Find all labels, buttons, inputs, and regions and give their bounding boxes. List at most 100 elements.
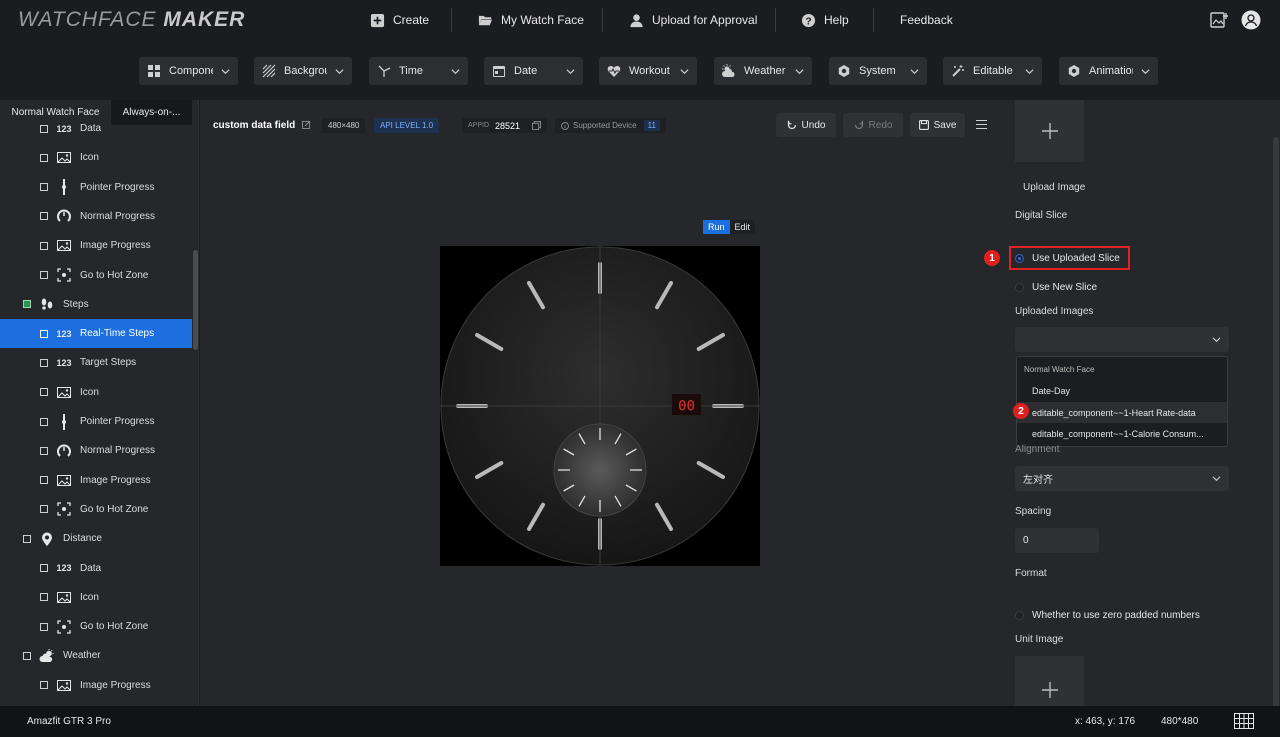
copy-icon[interactable]: [532, 121, 542, 130]
system-menu-button[interactable]: System: [829, 57, 927, 85]
nav-feedback[interactable]: Feedback: [900, 10, 953, 30]
sidebar-item-checkbox[interactable]: [40, 271, 48, 279]
save-button[interactable]: Save: [910, 113, 965, 137]
sidebar-item-weather[interactable]: Weather: [0, 641, 192, 670]
app-logo[interactable]: WATCHFACE MAKER: [18, 8, 245, 32]
sidebar-item-checkbox[interactable]: [40, 417, 48, 426]
sidebar-item-go-to-hot-zone[interactable]: Go to Hot Zone: [0, 612, 192, 641]
sidebar-item-checkbox[interactable]: [40, 505, 48, 514]
sidebar-item-icon[interactable]: Icon: [0, 378, 192, 407]
sidebar-item-checkbox[interactable]: [40, 388, 48, 397]
chevron-down-icon: [451, 68, 460, 74]
sidebar-item-steps[interactable]: Steps: [0, 290, 192, 319]
digital-field-value: 00: [678, 399, 695, 415]
dropdown-option-date-day[interactable]: Date-Day: [1017, 380, 1227, 401]
nav-create[interactable]: Create: [370, 10, 429, 30]
use-uploaded-slice-option[interactable]: Use Uploaded Slice: [1015, 253, 1120, 264]
alignment-label: Alignment: [1015, 444, 1060, 455]
sidebar-item-checkbox[interactable]: [23, 300, 31, 309]
sidebar-item-real-time-steps[interactable]: 123 Real-Time Steps: [0, 319, 192, 349]
grid-toggle-icon[interactable]: [1234, 713, 1254, 729]
sidebar-item-normal-progress[interactable]: Normal Progress: [0, 436, 192, 465]
sidebar-item-checkbox[interactable]: [40, 241, 48, 250]
sidebar-item-checkbox[interactable]: [40, 183, 48, 192]
nav-divider: [451, 8, 452, 32]
sidebar-item-distance[interactable]: Distance: [0, 524, 192, 553]
sidebar-item-checkbox[interactable]: [40, 153, 48, 162]
redo-button[interactable]: Redo: [843, 113, 903, 137]
zero-padded-checkbox[interactable]: [1015, 611, 1024, 620]
redo-label: Redo: [868, 119, 893, 131]
sidebar-item-checkbox[interactable]: [40, 358, 48, 367]
sidebar-item-normal-progress[interactable]: Normal Progress: [0, 202, 192, 231]
alignment-select[interactable]: 左对齐: [1015, 466, 1229, 491]
upload-image-box[interactable]: [1015, 100, 1084, 162]
nav-divider: [873, 8, 874, 32]
sidebar-item-data[interactable]: 123 Data: [0, 114, 192, 143]
component-menu-button[interactable]: Compone...: [139, 57, 238, 85]
dropdown-option-calorie[interactable]: editable_component~~1-Calorie Consum...: [1017, 423, 1227, 444]
use-new-slice-option[interactable]: Use New Slice: [1015, 282, 1097, 293]
undo-button[interactable]: Undo: [776, 113, 836, 137]
workout-menu-button[interactable]: Workout ...: [599, 57, 697, 85]
clock-hands-icon: [378, 65, 391, 77]
sidebar-item-image-progress[interactable]: Image Progress: [0, 231, 192, 260]
cursor-coordinates: x: 463, y: 176: [1075, 716, 1136, 727]
pointer-icon: [56, 179, 72, 196]
account-avatar-icon[interactable]: [1241, 10, 1261, 30]
sidebar-item-label: Pointer Progress: [80, 181, 155, 193]
redo-icon: [854, 120, 863, 129]
sidebar-item-checkbox[interactable]: [40, 329, 48, 338]
sidebar-item-checkbox[interactable]: [23, 534, 31, 543]
edit-button[interactable]: Edit: [729, 220, 756, 234]
zero-padded-option[interactable]: Whether to use zero padded numbers: [1015, 610, 1200, 621]
sidebar-item-checkbox[interactable]: [40, 593, 48, 602]
animation-menu-button[interactable]: Animation: [1059, 57, 1158, 85]
date-menu-button[interactable]: Date: [484, 57, 583, 85]
sidebar-item-checkbox[interactable]: [40, 622, 48, 631]
sidebar-scrollbar[interactable]: [193, 250, 198, 350]
watch-face-preview[interactable]: 00: [440, 246, 760, 566]
edit-pencil-icon[interactable]: [302, 120, 311, 129]
radio-selected[interactable]: [1015, 254, 1024, 263]
run-button[interactable]: Run: [703, 220, 730, 234]
spacing-input[interactable]: 0: [1015, 528, 1099, 553]
sidebar-item-data[interactable]: 123 Data: [0, 554, 192, 583]
nav-upload[interactable]: Upload for Approval: [629, 10, 757, 30]
unit-image-upload-box[interactable]: [1015, 656, 1084, 706]
sidebar-item-go-to-hot-zone[interactable]: Go to Hot Zone: [0, 261, 192, 290]
sidebar-item-target-steps[interactable]: 123 Target Steps: [0, 348, 192, 377]
save-label: Save: [933, 119, 957, 131]
sidebar-item-pointer-progress[interactable]: Pointer Progress: [0, 173, 192, 202]
sidebar-item-checkbox[interactable]: [40, 212, 48, 221]
sidebar-item-go-to-hot-zone[interactable]: Go to Hot Zone: [0, 495, 192, 524]
sidebar-item-checkbox[interactable]: [40, 564, 48, 572]
sidebar-item-image-progress[interactable]: Image Progress: [0, 671, 192, 700]
sidebar-item-pointer-progress[interactable]: Pointer Progress: [0, 407, 192, 436]
canvas-resolution: 480*480: [1161, 716, 1199, 727]
nav-my-watch-face[interactable]: My Watch Face: [478, 10, 584, 30]
nav-help[interactable]: ? Help: [801, 10, 849, 30]
sidebar-item-checkbox[interactable]: [40, 124, 48, 133]
dropdown-option-heart-rate-data[interactable]: editable_component~~1-Heart Rate-data: [1017, 402, 1227, 423]
sidebar-item-checkbox[interactable]: [23, 651, 31, 660]
sidebar-item-icon[interactable]: Icon: [0, 143, 192, 172]
sidebar-item-icon[interactable]: Icon: [0, 583, 192, 612]
chevron-down-icon: [1025, 68, 1034, 74]
properties-scrollbar[interactable]: [1273, 137, 1279, 707]
background-menu-button[interactable]: Background: [254, 57, 352, 85]
sidebar-item-checkbox[interactable]: [40, 476, 48, 485]
supported-device-chip[interactable]: Supported Device 11: [555, 118, 666, 133]
top-navigation: WATCHFACE MAKER Create My Watch Face Upl…: [0, 0, 1280, 40]
sidebar-item-image-progress[interactable]: Image Progress: [0, 466, 192, 495]
image-export-icon[interactable]: [1209, 10, 1229, 30]
editable-menu-button[interactable]: Editable: [943, 57, 1042, 85]
uploaded-images-select[interactable]: [1015, 327, 1229, 352]
sidebar-item-checkbox[interactable]: [40, 446, 48, 455]
radio-unselected[interactable]: [1015, 283, 1024, 292]
weather-menu-button[interactable]: Weather: [714, 57, 812, 85]
sidebar-item-checkbox[interactable]: [40, 681, 48, 690]
time-menu-button[interactable]: Time: [369, 57, 468, 85]
hamburger-menu-icon[interactable]: [976, 119, 987, 130]
project-title[interactable]: custom data field: [213, 120, 311, 131]
